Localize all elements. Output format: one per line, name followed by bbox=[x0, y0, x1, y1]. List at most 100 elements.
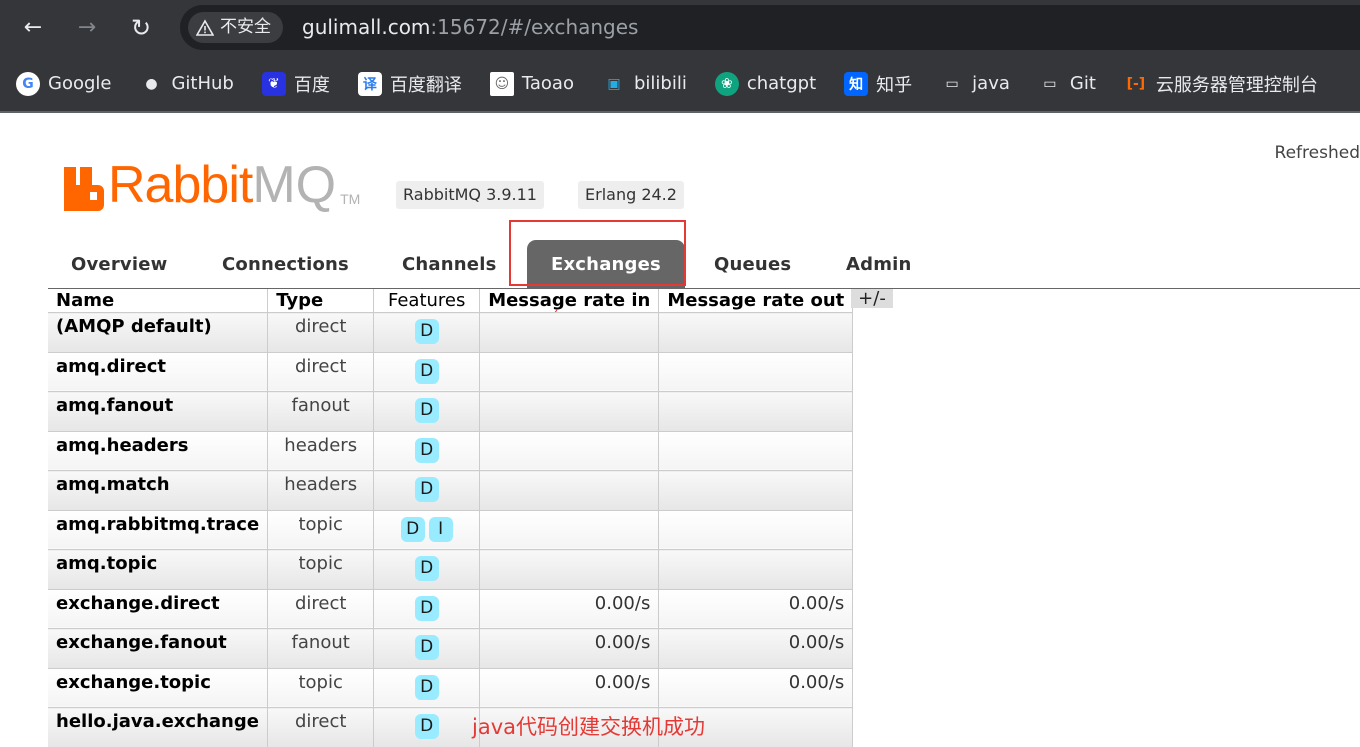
message-rate-out bbox=[659, 352, 853, 392]
table-row[interactable]: amq.directdirectD bbox=[48, 352, 853, 392]
exchange-name-link[interactable]: amq.topic bbox=[48, 550, 268, 590]
message-rate-in bbox=[480, 392, 659, 432]
tab-connections[interactable]: Connections bbox=[222, 240, 349, 288]
message-rate-out bbox=[659, 431, 853, 471]
address-bar[interactable]: 不安全 gulimall.com:15672/#/exchanges bbox=[180, 5, 1360, 50]
bookmark-7[interactable]: 知知乎 bbox=[844, 64, 912, 104]
bookmark-8[interactable]: ▭java bbox=[940, 64, 1010, 104]
bookmark-label: 百度翻译 bbox=[390, 71, 462, 97]
exchange-name-link[interactable]: amq.rabbitmq.trace bbox=[48, 510, 268, 550]
tab-overview[interactable]: Overview bbox=[71, 240, 167, 288]
column-header-rate-in[interactable]: Message rate in bbox=[480, 289, 659, 313]
exchange-features: D bbox=[374, 471, 480, 511]
rabbitmq-logo-icon bbox=[64, 167, 104, 211]
exchange-name-link[interactable]: amq.match bbox=[48, 471, 268, 511]
github-icon: ● bbox=[139, 72, 163, 96]
bookmark-6[interactable]: ❀chatgpt bbox=[715, 64, 816, 104]
exchange-type: fanout bbox=[268, 629, 374, 669]
tab-queues[interactable]: Queues bbox=[714, 240, 791, 288]
exchange-features: D bbox=[374, 392, 480, 432]
message-rate-out bbox=[659, 550, 853, 590]
exchange-name-link[interactable]: exchange.topic bbox=[48, 668, 268, 708]
message-rate-in bbox=[480, 510, 659, 550]
bookmark-label: Taoao bbox=[522, 73, 574, 94]
column-header-type[interactable]: Type bbox=[268, 289, 374, 313]
zhihu-icon: 知 bbox=[844, 72, 868, 96]
table-row[interactable]: amq.rabbitmq.tracetopicDI bbox=[48, 510, 853, 550]
message-rate-out bbox=[659, 471, 853, 511]
column-header-name[interactable]: Name bbox=[48, 289, 268, 313]
durable-badge: D bbox=[415, 359, 439, 384]
exchange-name-link[interactable]: amq.fanout bbox=[48, 392, 268, 432]
warning-icon bbox=[196, 19, 214, 37]
exchange-features: D bbox=[374, 313, 480, 353]
table-row[interactable]: hello.java.exchangedirectD bbox=[48, 708, 853, 747]
reload-icon[interactable]: ↻ bbox=[124, 12, 158, 44]
security-label: 不安全 bbox=[220, 12, 271, 43]
durable-badge: D bbox=[415, 635, 439, 660]
exchanges-table: Name Type Features Message rate in Messa… bbox=[48, 289, 853, 747]
message-rate-out: 0.00/s bbox=[659, 668, 853, 708]
erlang-version-badge: Erlang 24.2 bbox=[578, 181, 684, 209]
browser-toolbar: ← → ↻ 不安全 gulimall.com:15672/#/exchanges bbox=[0, 0, 1360, 56]
exchange-name-link[interactable]: exchange.direct bbox=[48, 589, 268, 629]
back-arrow-icon[interactable]: ← bbox=[16, 12, 50, 44]
exchange-features: DI bbox=[374, 510, 480, 550]
message-rate-out: 0.00/s bbox=[659, 629, 853, 669]
tab-admin[interactable]: Admin bbox=[846, 240, 912, 288]
exchange-name-link[interactable]: hello.java.exchange bbox=[48, 708, 268, 747]
message-rate-in bbox=[480, 471, 659, 511]
bookmark-label: 云服务器管理控制台 bbox=[1156, 71, 1318, 97]
exchange-type: topic bbox=[268, 510, 374, 550]
bookmark-4[interactable]: ☺Taoao bbox=[490, 64, 574, 104]
exchange-features: D bbox=[374, 629, 480, 669]
forward-arrow-icon[interactable]: → bbox=[70, 12, 104, 44]
column-toggle-button[interactable]: +/- bbox=[851, 289, 893, 308]
exchange-name-link[interactable]: amq.direct bbox=[48, 352, 268, 392]
bookmark-label: Git bbox=[1070, 73, 1096, 94]
exchange-type: topic bbox=[268, 550, 374, 590]
tab-channels[interactable]: Channels bbox=[402, 240, 497, 288]
table-row[interactable]: amq.headersheadersD bbox=[48, 431, 853, 471]
bookmark-1[interactable]: ●GitHub bbox=[139, 64, 233, 104]
main-nav-tabs: Overview Connections Channels Exchanges … bbox=[48, 240, 1360, 289]
bookmark-label: bilibili bbox=[634, 73, 687, 94]
bookmark-10[interactable]: [-] 云服务器管理控制台 bbox=[1124, 64, 1318, 104]
durable-badge: D bbox=[415, 556, 439, 581]
chatgpt-icon: ❀ bbox=[715, 72, 739, 96]
bookmark-5[interactable]: ▣bilibili bbox=[602, 64, 687, 104]
column-header-rate-out[interactable]: Message rate out bbox=[659, 289, 853, 313]
exchange-name-link[interactable]: (AMQP default) bbox=[48, 313, 268, 353]
message-rate-in bbox=[480, 431, 659, 471]
url-text[interactable]: gulimall.com:15672/#/exchanges bbox=[302, 5, 638, 50]
message-rate-in bbox=[480, 313, 659, 353]
message-rate-out bbox=[659, 313, 853, 353]
column-header-features[interactable]: Features bbox=[374, 289, 480, 313]
durable-badge: D bbox=[415, 438, 439, 463]
exchange-type: direct bbox=[268, 708, 374, 747]
table-row[interactable]: amq.matchheadersD bbox=[48, 471, 853, 511]
table-row[interactable]: amq.topictopic D bbox=[48, 550, 853, 590]
table-row[interactable]: exchange.directdirectD0.00/s0.00/s bbox=[48, 589, 853, 629]
bookmark-2[interactable]: ❦百度 bbox=[262, 64, 330, 104]
bookmarks-bar: GGoogle ●GitHub ❦百度译百度翻译 ☺Taoao ▣bilibili ❀ch… bbox=[0, 56, 1360, 113]
folder-icon: ▭ bbox=[1038, 72, 1062, 96]
exchange-name-link[interactable]: exchange.fanout bbox=[48, 629, 268, 669]
security-chip[interactable]: 不安全 bbox=[188, 12, 283, 43]
table-row[interactable]: (AMQP default)directD bbox=[48, 313, 853, 353]
message-rate-in: 0.00/s bbox=[480, 629, 659, 669]
url-host: gulimall.com bbox=[302, 15, 430, 39]
bookmark-label: 知乎 bbox=[876, 71, 912, 97]
table-row[interactable]: exchange.topictopicD0.00/s0.00/s bbox=[48, 668, 853, 708]
table-header-row: Name Type Features Message rate in Messa… bbox=[48, 289, 853, 313]
rabbitmq-logo[interactable]: Rabbit MQ TM bbox=[64, 151, 360, 211]
exchange-name-link[interactable]: amq.headers bbox=[48, 431, 268, 471]
aliyun-icon: [-] bbox=[1124, 72, 1148, 96]
table-row[interactable]: exchange.fanoutfanout D 0.00/s0.00/s bbox=[48, 629, 853, 669]
bookmark-3[interactable]: 译百度翻译 bbox=[358, 64, 462, 104]
table-row[interactable]: amq.fanoutfanoutD bbox=[48, 392, 853, 432]
exchange-type: direct bbox=[268, 589, 374, 629]
bookmark-9[interactable]: ▭ Git bbox=[1038, 64, 1096, 104]
folder-icon: ▭ bbox=[940, 72, 964, 96]
bookmark-0[interactable]: GGoogle bbox=[16, 64, 111, 104]
